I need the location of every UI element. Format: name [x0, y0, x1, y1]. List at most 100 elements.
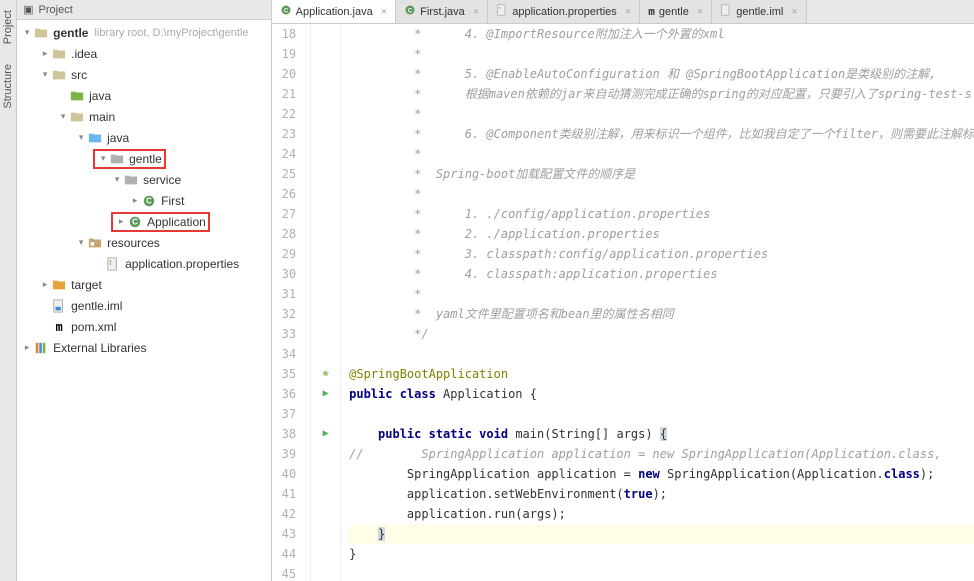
gutter-icon-slot — [311, 44, 340, 64]
tree-item-label: First — [161, 194, 184, 208]
project-sidebar: ▣ Project gentle library root, D:\myProj… — [17, 0, 272, 581]
code-line[interactable]: * — [349, 44, 974, 64]
gutter-icon-slot — [311, 64, 340, 84]
code-line[interactable]: * Spring-boot加载配置文件的顺序是 — [349, 164, 974, 184]
code-line[interactable] — [349, 564, 974, 581]
tree-src[interactable]: src — [17, 64, 271, 85]
code-line[interactable]: application.run(args); — [349, 504, 974, 524]
chevron-right-icon[interactable] — [115, 216, 127, 228]
tab-label: Application.java — [296, 6, 373, 18]
chevron-down-icon[interactable] — [39, 69, 51, 81]
spring-bean-icon[interactable]: ❀ — [323, 364, 329, 384]
code-line[interactable]: * 6. @Component类级别注解，用来标识一个组件，比如我自定了一个fi… — [349, 124, 974, 144]
tab-label: gentle.iml — [736, 6, 783, 18]
code-line[interactable]: @SpringBootApplication — [349, 364, 974, 384]
editor-tab[interactable]: C Application.java × — [272, 0, 397, 23]
code-area[interactable]: 1819202122232425262728293031323334353637… — [272, 24, 974, 581]
tree-target[interactable]: target — [17, 274, 271, 295]
close-icon[interactable]: × — [625, 6, 631, 18]
code-body[interactable]: * 4. @ImportResource附加注入一个外置的xml * * 5. … — [341, 24, 974, 581]
gutter-icon-slot — [311, 284, 340, 304]
code-line[interactable]: public class Application { — [349, 384, 974, 404]
tab-icon: m — [648, 5, 655, 18]
tree-java-top[interactable]: java — [17, 85, 271, 106]
chevron-down-icon[interactable] — [57, 111, 69, 123]
close-icon[interactable]: × — [473, 6, 479, 18]
gutter-icon-slot — [311, 564, 340, 581]
tab-project-tool[interactable]: Project — [0, 0, 16, 54]
editor-tab[interactable]: gentle.iml × — [712, 0, 807, 23]
close-icon[interactable]: × — [381, 6, 387, 18]
editor-tab[interactable]: mgentle× — [640, 0, 712, 23]
code-line[interactable]: public static void main(String[] args) { — [349, 424, 974, 444]
code-line[interactable]: * 3. classpath:config/application.proper… — [349, 244, 974, 264]
project-tree[interactable]: gentle library root, D:\myProject\gentle… — [17, 20, 271, 360]
line-number: 43 — [282, 524, 296, 544]
code-line[interactable]: } — [349, 544, 974, 564]
tab-structure-tool[interactable]: Structure — [0, 54, 16, 119]
code-line[interactable] — [349, 344, 974, 364]
tree-app-props[interactable]: application.properties — [17, 253, 271, 274]
chevron-down-icon[interactable] — [75, 132, 87, 144]
code-line[interactable] — [349, 404, 974, 424]
code-line[interactable]: * — [349, 184, 974, 204]
tree-pom-xml[interactable]: m pom.xml — [17, 316, 271, 337]
tree-item-label: gentle — [129, 152, 162, 166]
chevron-down-icon[interactable] — [21, 27, 33, 39]
run-icon[interactable]: ▶ — [323, 384, 329, 404]
code-line[interactable]: * 4. @ImportResource附加注入一个外置的xml — [349, 24, 974, 44]
close-icon[interactable]: × — [697, 6, 703, 18]
code-line[interactable]: * yaml文件里配置项名和bean里的属性名相同 — [349, 304, 974, 324]
tree-first[interactable]: C First — [17, 190, 271, 211]
chevron-right-icon[interactable] — [39, 48, 51, 60]
code-line[interactable]: * 5. @EnableAutoConfiguration 和 @SpringB… — [349, 64, 974, 84]
chevron-down-icon[interactable] — [111, 174, 123, 186]
maven-file-icon: m — [51, 319, 67, 335]
code-line[interactable]: * 根据maven依赖的jar来自动猜测完成正确的spring的对应配置，只要引… — [349, 84, 974, 104]
line-number: 32 — [282, 304, 296, 324]
tab-icon: C — [280, 4, 292, 19]
tree-item-label: src — [71, 68, 87, 82]
code-line[interactable]: application.setWebEnvironment(true); — [349, 484, 974, 504]
code-line[interactable]: SpringApplication application = new Spri… — [349, 464, 974, 484]
tree-resources[interactable]: resources — [17, 232, 271, 253]
chevron-down-icon[interactable] — [97, 153, 109, 165]
gutter-icon-slot — [311, 444, 340, 464]
tree-ext-libs[interactable]: External Libraries — [17, 337, 271, 358]
code-line[interactable]: * 4. classpath:application.properties — [349, 264, 974, 284]
run-icon[interactable]: ▶ — [323, 424, 329, 444]
chevron-right-icon[interactable] — [21, 342, 33, 354]
code-line[interactable]: * — [349, 144, 974, 164]
package-icon — [123, 172, 139, 188]
code-line[interactable]: * 2. ./application.properties — [349, 224, 974, 244]
line-number: 40 — [282, 464, 296, 484]
chevron-right-icon[interactable] — [39, 279, 51, 291]
editor-tab[interactable]: application.properties× — [488, 0, 640, 23]
code-line[interactable]: */ — [349, 324, 974, 344]
tree-root[interactable]: gentle library root, D:\myProject\gentle — [17, 22, 271, 43]
code-line[interactable]: * — [349, 104, 974, 124]
code-line[interactable]: // SpringApplication application = new S… — [349, 444, 974, 464]
line-number: 22 — [282, 104, 296, 124]
tree-item-label: .idea — [71, 47, 97, 61]
tree-java-src[interactable]: java — [17, 127, 271, 148]
tree-gentle-pkg[interactable]: gentle — [17, 148, 271, 169]
gutter-icon-slot — [311, 544, 340, 564]
chevron-down-icon[interactable] — [75, 237, 87, 249]
line-number: 21 — [282, 84, 296, 104]
line-number: 29 — [282, 244, 296, 264]
tree-main[interactable]: main — [17, 106, 271, 127]
close-icon[interactable]: × — [791, 6, 797, 18]
editor-tab[interactable]: CFirst.java× — [396, 0, 488, 23]
chevron-right-icon[interactable] — [129, 195, 141, 207]
source-folder-icon — [87, 130, 103, 146]
code-line[interactable]: * 1. ./config/application.properties — [349, 204, 974, 224]
tree-application[interactable]: C Application — [17, 211, 271, 232]
code-line[interactable]: * — [349, 284, 974, 304]
line-number: 28 — [282, 224, 296, 244]
svg-text:C: C — [284, 8, 289, 14]
tree-service[interactable]: service — [17, 169, 271, 190]
tree-gentle-iml[interactable]: gentle.iml — [17, 295, 271, 316]
code-line[interactable]: } — [349, 524, 974, 544]
tree-idea[interactable]: .idea — [17, 43, 271, 64]
